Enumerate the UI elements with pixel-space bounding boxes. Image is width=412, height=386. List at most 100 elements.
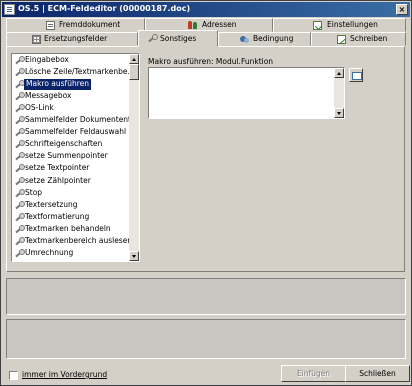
document-icon (46, 21, 55, 30)
close-dialog-button[interactable]: Schließen (345, 365, 410, 382)
tab-label: Fremddokument (59, 20, 121, 29)
macro-label: Makro ausführen: Modul.Funktion (148, 57, 274, 66)
wrench-icon (14, 140, 25, 149)
wrench-icon (14, 68, 25, 77)
wrench-icon (14, 164, 25, 173)
window-title: OS.5 | ECM-Feldeditor (00000187.doc) (18, 4, 191, 13)
list-item[interactable]: Textmarkenbereich auslesen (13, 236, 129, 247)
tab-schreiben[interactable]: Schreiben (311, 32, 406, 46)
tab-einstellungen[interactable]: Einstellungen (273, 18, 406, 32)
list-item-label: Textmarken behandeln (25, 223, 111, 233)
list-item-label: Sammelfelder Feldauswahl (25, 127, 127, 137)
tab-label: Einstellungen (327, 20, 378, 29)
description-box (6, 278, 406, 315)
list-item[interactable]: setze Summenpointer (13, 151, 129, 162)
scroll-down-button[interactable] (334, 108, 344, 118)
list-item-label: Eingabebox (25, 55, 69, 64)
title-bar[interactable]: OS.5 | ECM-Feldeditor (00000187.doc) × (2, 2, 410, 17)
wrench-icon (14, 248, 25, 258)
close-dialog-button-label: Schließen (359, 369, 396, 378)
list-item-label: setze Zählpointer (25, 175, 91, 185)
wrench-icon (14, 128, 25, 137)
arrow-up-icon (132, 58, 136, 61)
wrench-icon (14, 236, 25, 246)
list-item[interactable]: Textformatierung (13, 212, 129, 223)
list-item[interactable]: setze Zählpointer (13, 176, 129, 187)
close-button[interactable]: × (396, 4, 408, 15)
list-item[interactable]: Lösche Zeile/Textmarkenbe... (13, 67, 129, 78)
tab-bedingung[interactable]: Bedingung (218, 32, 311, 46)
list-item-label: Umrechnung (25, 247, 74, 257)
list-items: Eingabebox Lösche Zeile/Textmarkenbe... Ma… (12, 54, 129, 261)
arrow-down-icon (337, 112, 341, 115)
macro-browse-button[interactable] (349, 68, 363, 82)
list-item[interactable]: OS-Link (13, 103, 129, 114)
list-item-label: OS-Link (25, 103, 54, 113)
feldeditor-window: OS.5 | ECM-Feldeditor (00000187.doc) × F… (0, 0, 412, 386)
wrench-icon (14, 152, 25, 161)
list-item[interactable]: Stop (13, 188, 129, 199)
list-item[interactable]: Umrechnung (13, 248, 129, 259)
field-type-list[interactable]: Eingabebox Lösche Zeile/Textmarkenbe... Ma… (11, 53, 140, 262)
always-on-top-checkbox[interactable] (9, 371, 18, 380)
condition-icon (240, 35, 249, 44)
wrench-icon (14, 224, 25, 234)
list-item-label: Textersetzung (25, 199, 78, 209)
tab-label: Schreiben (350, 34, 388, 43)
write-icon (337, 35, 346, 44)
list-item-label: setze Textpointer (25, 163, 90, 173)
wrench-icon (14, 200, 25, 210)
list-item[interactable]: Textersetzung (13, 200, 129, 211)
settings-icon (313, 21, 322, 30)
list-item[interactable]: Sammelfelder Feldauswahl (13, 127, 129, 138)
wrench-icon (14, 212, 25, 222)
list-item[interactable]: Makro ausführen (13, 79, 129, 90)
list-item[interactable]: Eingabebox (13, 55, 129, 66)
tab-label: Bedingung (253, 34, 294, 43)
always-on-top-label-text: immer im Vordergrund (22, 370, 108, 379)
list-item-label: Lösche Zeile/Textmarkenbe... (25, 67, 129, 77)
preview-box (6, 319, 406, 359)
wrench-icon (14, 188, 25, 198)
tab-fremddokument[interactable]: Fremddokument (6, 18, 145, 32)
wrench-icon (14, 116, 25, 125)
wrench-icon (147, 34, 158, 43)
list-item-label: setze Summenpointer (25, 151, 108, 161)
scroll-thumb[interactable] (129, 64, 139, 80)
scroll-up-button[interactable] (334, 68, 344, 78)
tab-ersetzungsfelder[interactable]: Ersetzungsfelder (6, 32, 138, 46)
list-scrollbar[interactable] (129, 54, 139, 261)
app-icon (4, 4, 15, 15)
wrench-icon (14, 176, 25, 186)
macro-scrollbar[interactable] (334, 68, 344, 118)
scroll-up-button[interactable] (129, 54, 139, 64)
always-on-top-label[interactable]: immer im Vordergrund (22, 370, 107, 379)
macro-input[interactable] (148, 67, 345, 119)
list-item[interactable]: setze Textpointer (13, 163, 129, 174)
insert-button-label: Einfügen (296, 369, 331, 378)
people-icon (188, 21, 197, 30)
grid-icon (32, 35, 41, 44)
arrow-down-icon (132, 255, 136, 258)
wrench-icon (14, 104, 25, 113)
tab-label: Sonstiges (160, 34, 197, 43)
list-item[interactable]: Sammelfelder Dokumententyp (13, 115, 129, 126)
list-item-label: Makro ausführen (24, 79, 91, 90)
wrench-icon (14, 80, 25, 89)
list-item[interactable]: Textmarken behandeln (13, 224, 129, 235)
list-item-label: Textmarkenbereich auslesen (25, 235, 129, 245)
list-item-label: Textformatierung (25, 211, 90, 221)
list-item-label: Stop (25, 187, 43, 197)
list-item[interactable]: Schrifteigenschaften (13, 139, 129, 150)
list-item-label: Sammelfelder Dokumententyp (25, 115, 129, 125)
tab-label: Ersetzungsfelder (44, 34, 108, 43)
tab-sonstiges[interactable]: Sonstiges (138, 30, 218, 47)
wrench-icon (14, 56, 25, 65)
list-item[interactable]: Messagebox (13, 91, 129, 102)
scroll-down-button[interactable] (129, 251, 139, 261)
wrench-icon (14, 92, 25, 101)
list-item-label: Schrifteigenschaften (25, 139, 103, 149)
list-item-label: Messagebox (25, 91, 72, 101)
insert-button[interactable]: Einfügen (281, 365, 346, 382)
arrow-up-icon (337, 72, 341, 75)
